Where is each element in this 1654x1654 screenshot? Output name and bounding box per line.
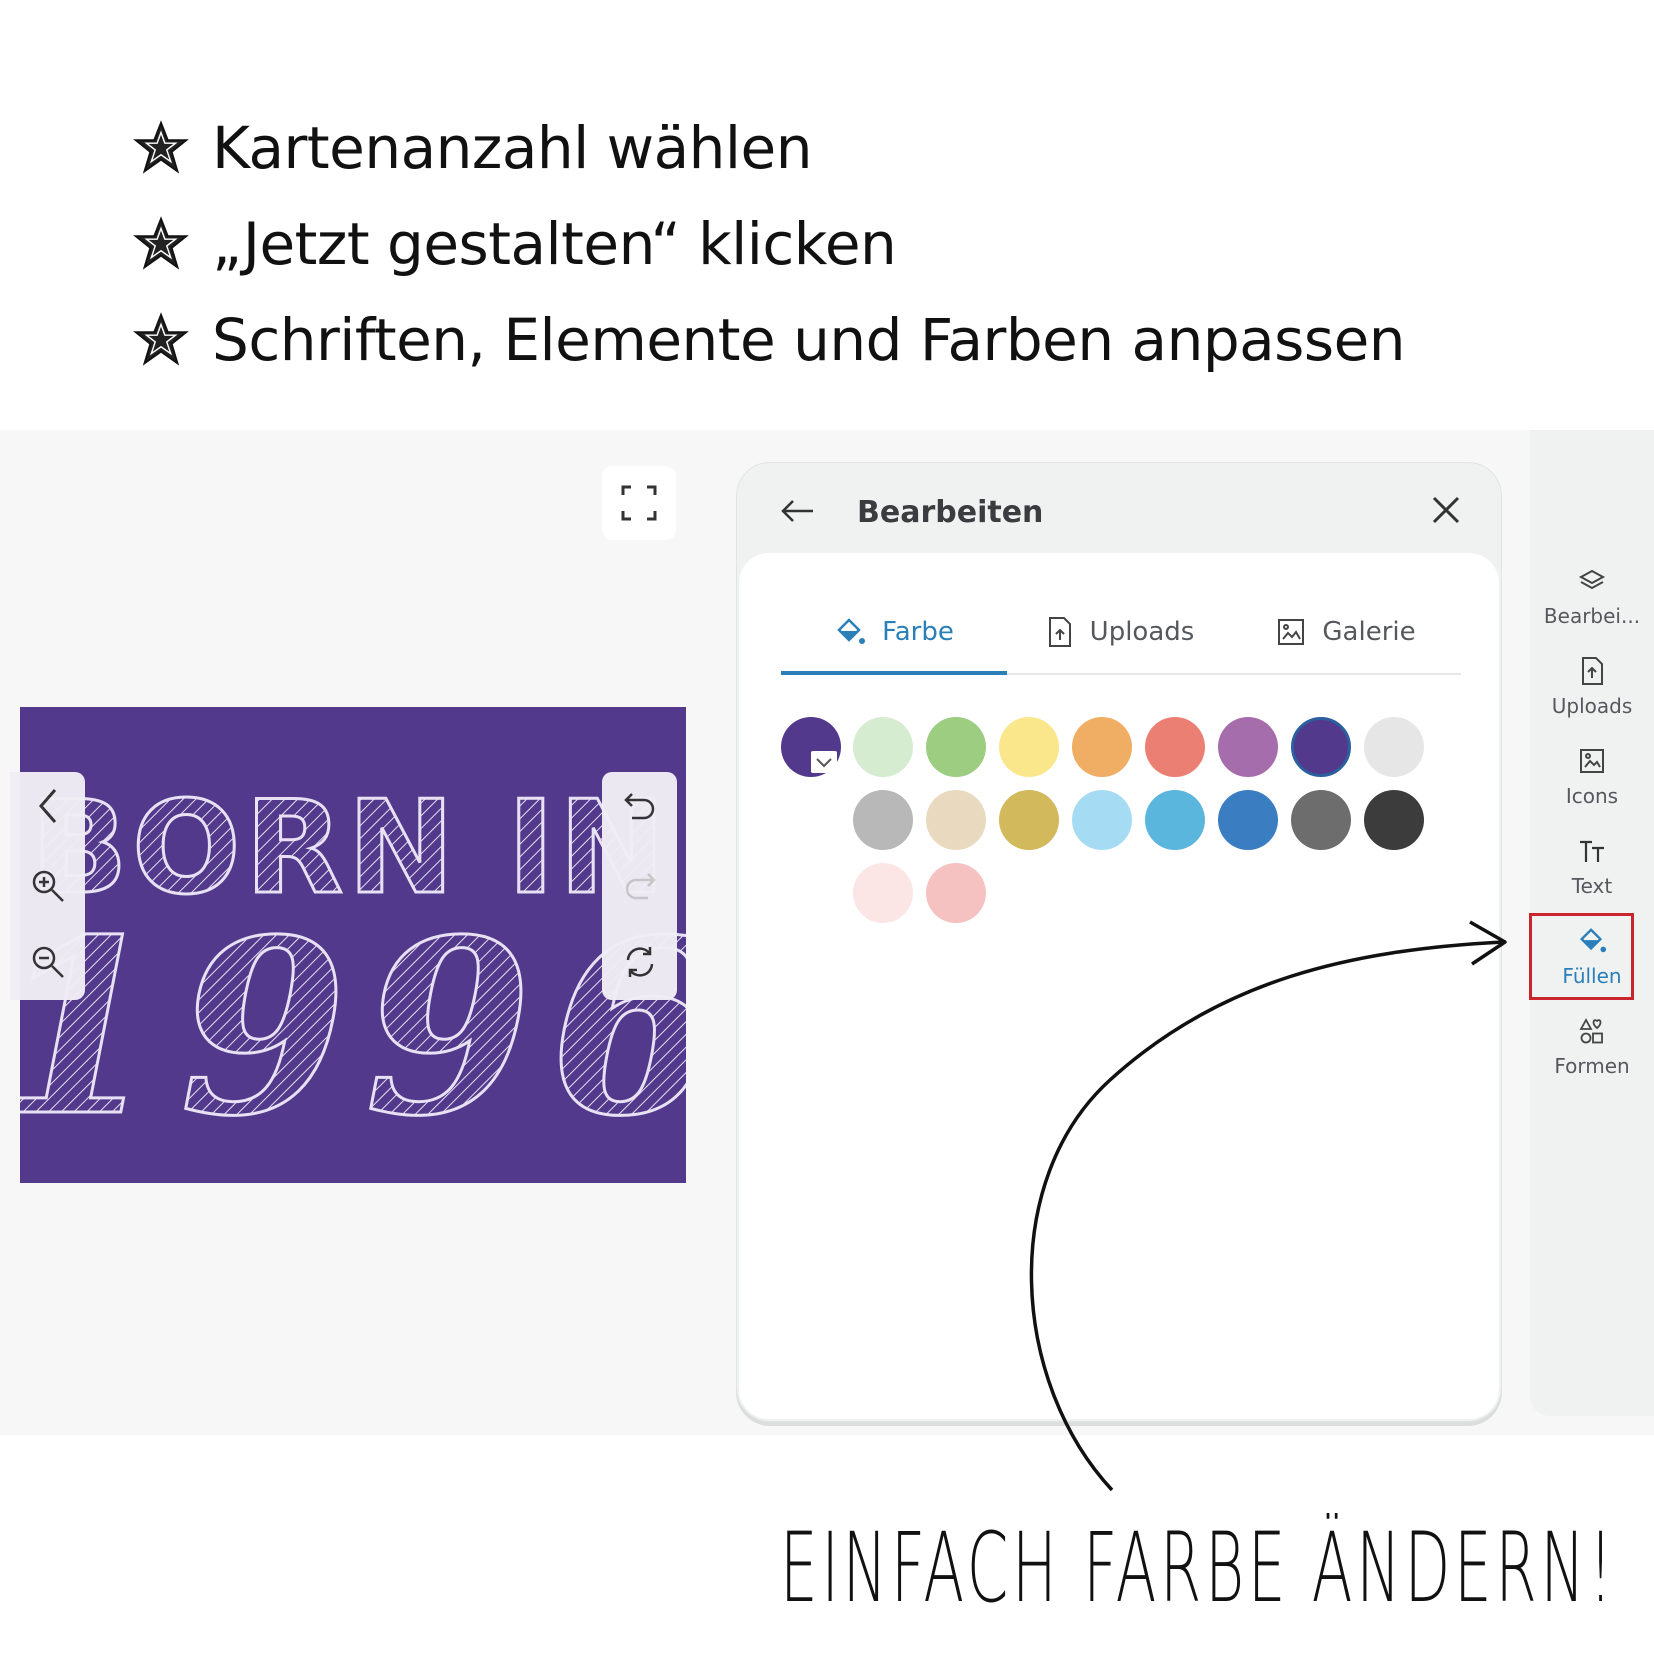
annotation-arrow: [1029, 920, 1507, 1492]
annotation-caption: EINFACH FARBE ÄNDERN!: [780, 1512, 1617, 1624]
